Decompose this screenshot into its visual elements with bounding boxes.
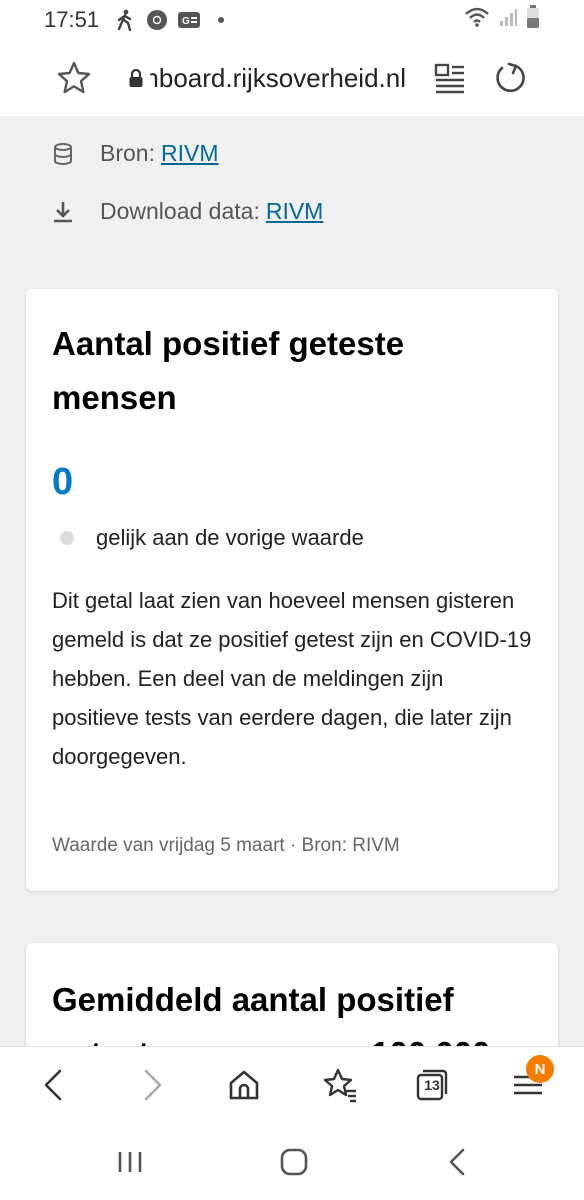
card-title: Aantal positief geteste mensen <box>52 325 405 416</box>
signal-icon <box>498 6 518 34</box>
wifi-icon <box>464 6 490 34</box>
source-link[interactable]: RIVM <box>161 140 219 167</box>
bookmarks-icon[interactable] <box>322 1067 358 1103</box>
back-icon[interactable] <box>36 1067 72 1103</box>
status-time: 17:51 <box>44 7 100 32</box>
metric-value: 0 <box>52 461 74 503</box>
notification-dot-icon <box>209 8 233 32</box>
source-label: Bron: <box>100 140 155 166</box>
home-icon[interactable] <box>226 1067 262 1103</box>
bookmark-star-icon[interactable] <box>56 60 92 96</box>
status-bar: 17:51 G <box>0 0 584 40</box>
menu-badge: N <box>526 1055 554 1083</box>
news-icon: G <box>177 8 201 32</box>
status-right <box>464 5 540 35</box>
recent-apps-icon[interactable] <box>112 1144 148 1180</box>
positive-tests-card: Aantal positief geteste mensen 0 gelijk … <box>26 289 558 891</box>
home-nav-icon[interactable] <box>276 1144 312 1180</box>
card-title: Gemiddeld aantal positief geteste mensen… <box>52 981 490 1046</box>
tabs-button[interactable]: 13 <box>414 1067 450 1103</box>
download-link[interactable]: RIVM <box>266 198 324 225</box>
lock-icon <box>128 68 144 88</box>
trend-indicator: gelijk aan de vorige waarde <box>60 525 364 551</box>
card-footer: Waarde van vrijdag 5 maart · Bron: RIVM <box>52 835 400 856</box>
trend-dot-icon <box>60 531 74 545</box>
reader-mode-icon[interactable] <box>432 60 468 96</box>
average-tests-card: Gemiddeld aantal positief geteste mensen… <box>26 943 558 1046</box>
url-field[interactable]: coronadashboard.rijksoverheid.nl <box>150 60 406 96</box>
chrome-icon <box>145 8 169 32</box>
battery-icon <box>526 5 540 35</box>
browser-toolbar: 13 N <box>0 1046 584 1122</box>
address-bar: coronadashboard.rijksoverheid.nl <box>0 40 584 116</box>
back-nav-icon[interactable] <box>440 1144 476 1180</box>
database-icon <box>52 142 76 166</box>
download-label: Download data: <box>100 198 260 224</box>
card-description: Dit getal laat zien van hoeveel mensen g… <box>52 588 532 769</box>
download-icon <box>52 200 76 224</box>
reload-icon[interactable] <box>492 60 528 96</box>
forward-icon[interactable] <box>134 1067 170 1103</box>
trend-text: gelijk aan de vorige waarde <box>96 525 364 550</box>
walking-icon <box>113 8 137 32</box>
download-row: Download data: RIVM <box>52 198 323 225</box>
page-content: Bron: RIVM Download data: RIVM Aantal po… <box>0 116 584 1046</box>
tab-count: 13 <box>424 1077 440 1093</box>
source-row: Bron: RIVM <box>52 140 218 167</box>
system-nav-bar <box>0 1122 584 1200</box>
svg-text:G: G <box>182 16 190 27</box>
